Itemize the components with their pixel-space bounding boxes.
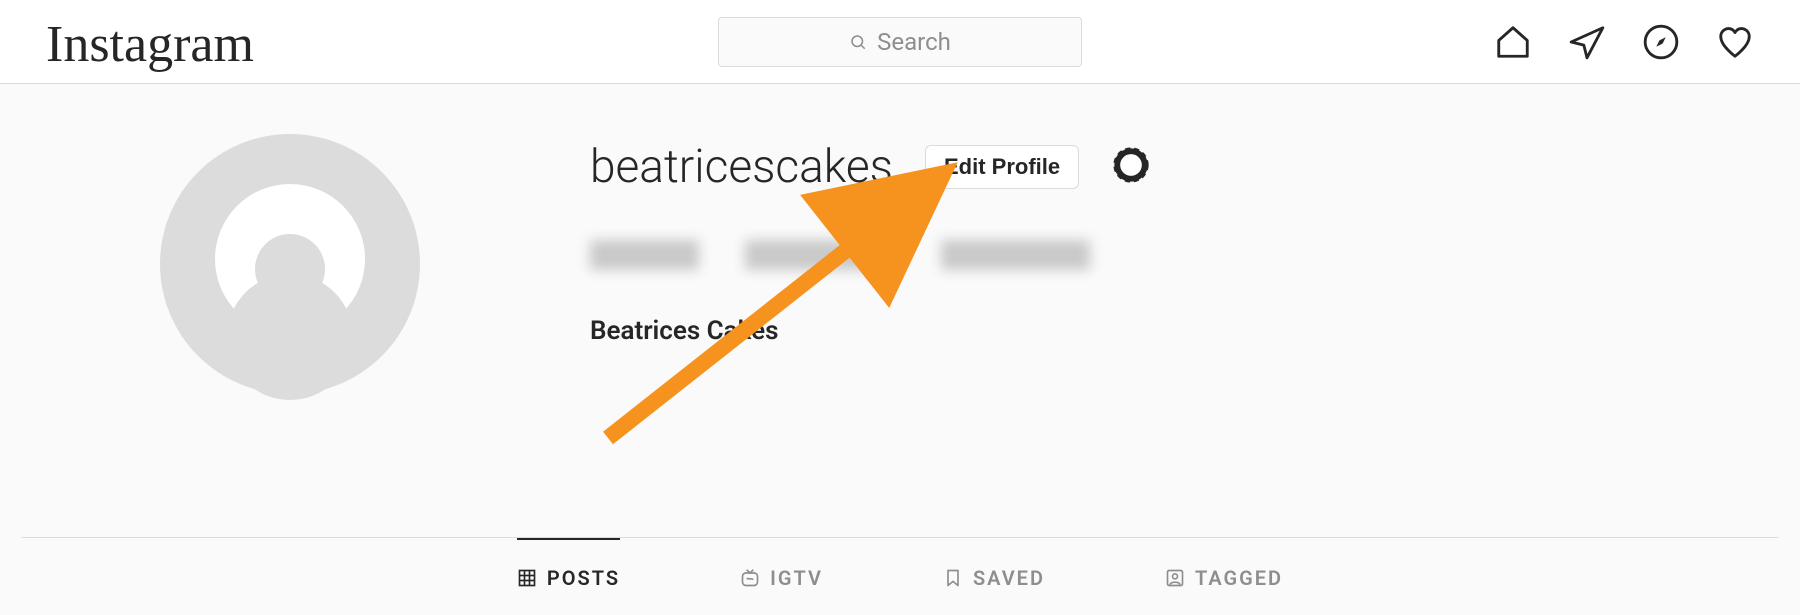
tab-tagged[interactable]: TAGGED [1165,538,1283,615]
search-icon [849,33,867,51]
username: beatricescakes [590,140,893,194]
tab-tagged-label: TAGGED [1195,566,1283,590]
profile-section: beatricescakes Edit Profile Beatrices Ca… [0,84,1800,394]
tab-saved[interactable]: SAVED [943,538,1045,615]
profile-tabs: POSTS IGTV SAVED TAGGED [0,537,1800,615]
messages-icon[interactable] [1568,23,1606,61]
tab-saved-label: SAVED [973,566,1045,590]
home-icon[interactable] [1494,23,1532,61]
search-input[interactable]: Search [718,17,1082,67]
tagged-icon [1165,568,1185,588]
search-wrap: Search [718,17,1082,67]
settings-gear-icon[interactable] [1111,145,1151,189]
activity-heart-icon[interactable] [1716,23,1754,61]
grid-icon [517,568,537,588]
tab-igtv[interactable]: IGTV [740,538,823,615]
profile-stats-blurred [590,240,1090,274]
nav-icons [1494,23,1760,61]
profile-header-row: beatricescakes Edit Profile [590,140,1151,194]
top-nav: Instagram Search [0,0,1800,84]
avatar[interactable] [160,134,420,394]
search-placeholder: Search [877,28,951,56]
igtv-icon [740,568,760,588]
tab-posts[interactable]: POSTS [517,538,620,615]
explore-icon[interactable] [1642,23,1680,61]
edit-profile-button[interactable]: Edit Profile [925,145,1079,189]
tab-igtv-label: IGTV [770,566,823,590]
display-name: Beatrices Cakes [590,316,1151,346]
tab-posts-label: POSTS [547,566,620,590]
profile-info: beatricescakes Edit Profile Beatrices Ca… [590,134,1151,394]
bookmark-icon [943,568,963,588]
instagram-logo[interactable]: Instagram [46,19,254,71]
